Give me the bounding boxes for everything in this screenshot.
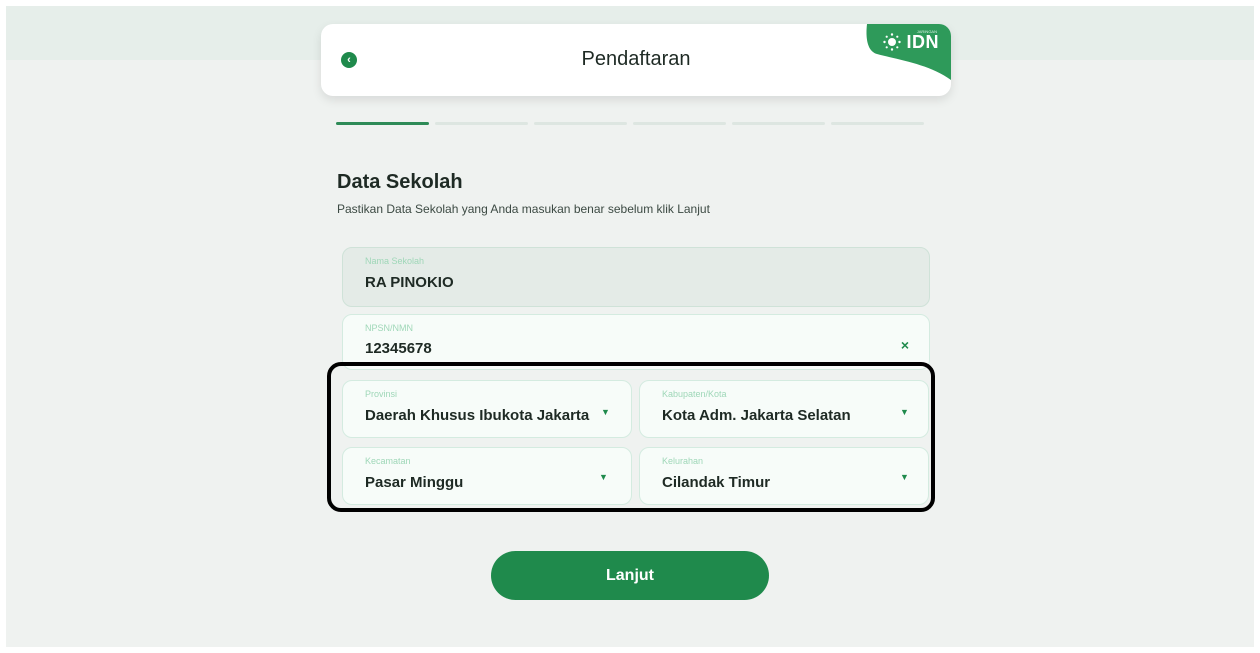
logo-text: IDN (906, 32, 939, 52)
step-3 (534, 122, 627, 125)
nama-sekolah-field: Nama Sekolah RA PINOKIO (342, 247, 930, 307)
step-2 (435, 122, 528, 125)
nama-sekolah-label: Nama Sekolah (365, 256, 425, 266)
lanjut-button[interactable]: Lanjut (491, 551, 769, 600)
npsn-label: NPSN/NMN (365, 323, 414, 333)
clear-icon[interactable]: × (901, 337, 909, 353)
section-title: Data Sekolah (337, 171, 463, 193)
header-card: ‹ Pendaftaran JARINGAN IDN (321, 24, 951, 96)
npsn-value[interactable]: 12345678 (365, 340, 432, 357)
step-5 (732, 122, 825, 125)
step-6 (831, 122, 924, 125)
section-subtitle: Pastikan Data Sekolah yang Anda masukan … (337, 202, 710, 216)
page-title: Pendaftaran (581, 48, 691, 70)
step-1 (336, 122, 429, 125)
progress-stepper (336, 122, 924, 126)
nama-sekolah-value: RA PINOKIO (365, 274, 454, 291)
step-4 (633, 122, 726, 125)
sun-logo-icon (883, 33, 901, 51)
highlight-box (327, 362, 935, 512)
